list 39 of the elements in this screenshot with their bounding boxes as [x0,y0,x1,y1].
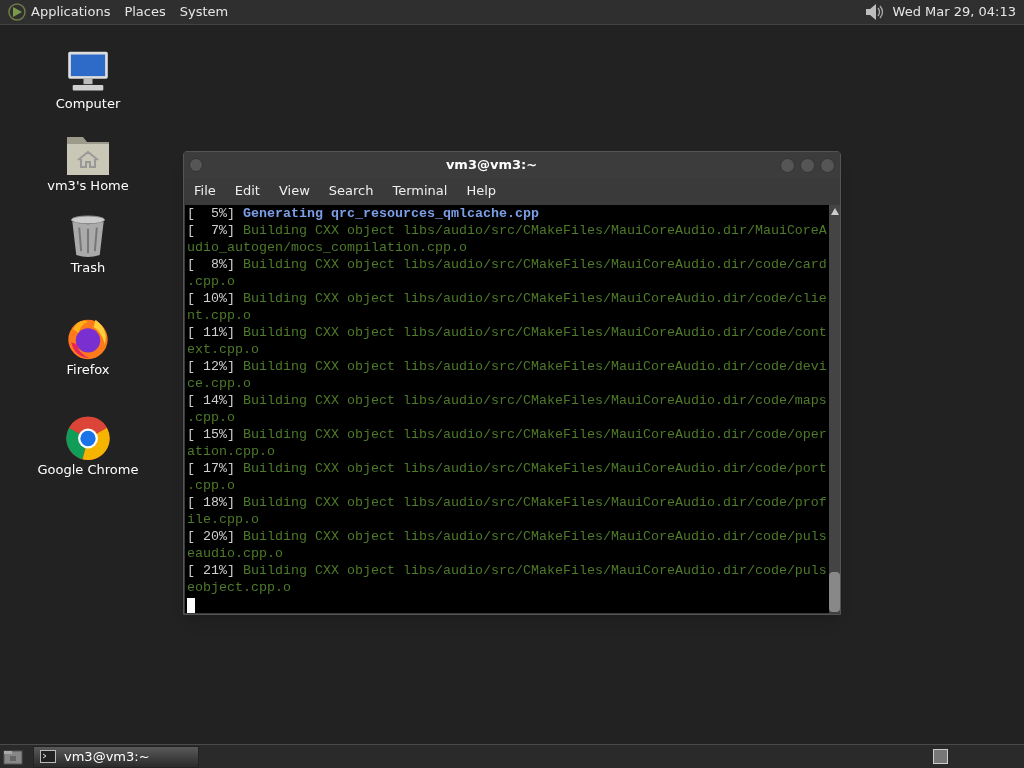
terminal-line: [ 21%] Building CXX object libs/audio/src/CMakeFiles/MauiCoreAudio.dir/code/pulseobject.cpp.o [187,562,828,596]
terminal-line: [ 14%] Building CXX object libs/audio/src/CMakeFiles/MauiCoreAudio.dir/code/maps.cpp.o [187,392,828,426]
terminal-line: [ 10%] Building CXX object libs/audio/src/CMakeFiles/MauiCoreAudio.dir/code/client.cpp.o [187,290,828,324]
terminal-line: [ 20%] Building CXX object libs/audio/src/CMakeFiles/MauiCoreAudio.dir/code/pulseaudio.cpp.o [187,528,828,562]
terminal-line: [ 7%] Building CXX object libs/audio/src/CMakeFiles/MauiCoreAudio.dir/MauiCoreAudio_autogen/mocs_compilation.cpp.o [187,222,828,256]
menu-item[interactable]: Terminal [392,181,448,201]
scrollbar-thumb[interactable] [829,572,840,612]
terminal-line: [ 11%] Building CXX object libs/audio/src/CMakeFiles/MauiCoreAudio.dir/code/context.cpp.o [187,324,828,358]
menu-item[interactable]: Search [328,181,374,201]
menu-item[interactable]: Help [466,181,497,201]
desktop-icon-label[interactable]: Google Chrome [37,462,139,478]
panel-menu[interactable]: Applications [31,2,111,22]
desktop-icon-label[interactable]: Computer [55,96,121,112]
desktop-icon-label[interactable]: Firefox [66,362,110,378]
menu-logo-icon[interactable] [7,2,27,22]
browser-icon[interactable] [63,416,113,461]
menu-item[interactable]: Edit [234,181,260,201]
panel-menu[interactable]: System [179,2,229,22]
terminal-line: [ 18%] Building CXX object libs/audio/src/CMakeFiles/MauiCoreAudio.dir/code/profile.cpp.o [187,494,828,528]
window-title: vm3@vm3:~ [444,156,539,175]
text-cursor [187,598,195,613]
terminal-line: [ 17%] Building CXX object libs/audio/src/CMakeFiles/MauiCoreAudio.dir/code/port.cpp.o [187,460,828,494]
menu-item[interactable]: File [194,181,216,201]
terminal-line: [ 12%] Building CXX object libs/audio/src/CMakeFiles/MauiCoreAudio.dir/code/device.cpp.o [187,358,828,392]
terminal-icon [40,750,56,763]
terminal-line: [ 5%] Generating qrc_resources_qmlcache.cpp [187,205,540,222]
menu-item[interactable]: View [278,181,310,201]
terminal-line: [ 15%] Building CXX object libs/audio/src/CMakeFiles/MauiCoreAudio.dir/code/operation.cpp.o [187,426,828,460]
workspace-switcher[interactable] [933,749,948,764]
desktop-icon-label[interactable]: vm3's Home [47,178,129,194]
panel-menu[interactable]: Places [124,2,166,22]
clock[interactable]: Wed Mar 29, 04:13 [892,2,1016,22]
taskbar-button[interactable]: vm3@vm3:~ [33,745,199,768]
terminal-line: [ 8%] Building CXX object libs/audio/src/CMakeFiles/MauiCoreAudio.dir/code/card.cpp.o [187,256,828,290]
trash-icon[interactable] [68,214,108,259]
scroll-up-icon[interactable] [830,208,839,215]
show-desktop-icon[interactable] [3,747,23,766]
scrollbar[interactable] [829,205,840,613]
desktop-icon-label[interactable]: Trash [70,260,106,276]
